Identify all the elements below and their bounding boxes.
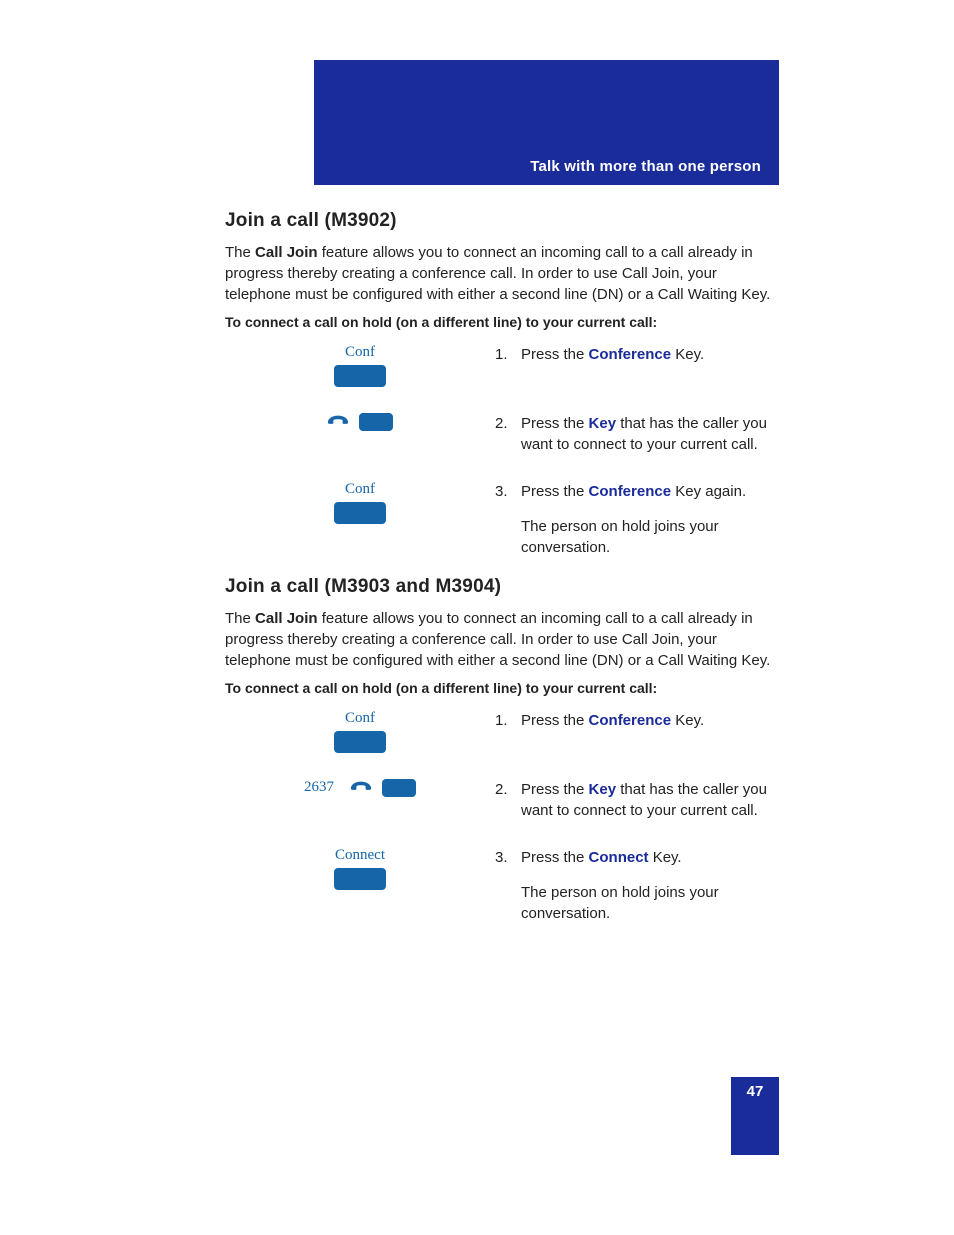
- linekey-row: 2637: [304, 779, 416, 797]
- section2-steps: Conf 1. Press the Conference Key. 2637: [235, 710, 779, 924]
- key-icon: [334, 365, 386, 387]
- step-body: Press the Conference Key.: [521, 344, 779, 387]
- step-body: Press the Conference Key.: [521, 710, 779, 753]
- step-figure-linekey: [235, 413, 485, 455]
- step-body: Press the Connect Key.: [521, 847, 779, 868]
- section1-steps: Conf 1. Press the Conference Key.: [235, 344, 779, 558]
- step-num: 3.: [495, 847, 521, 868]
- section2-subhead: To connect a call on hold (on a differen…: [225, 679, 779, 698]
- spacer: [495, 868, 521, 924]
- t1: Press the: [521, 781, 589, 798]
- follow-text: The person on hold joins your conversati…: [521, 516, 779, 558]
- intro-bold: Call Join: [255, 244, 318, 261]
- conf-label: Conf: [345, 481, 375, 498]
- step-figure-conf: Conf: [235, 710, 485, 753]
- step-figure-conf: Conf: [235, 344, 485, 387]
- kw: Conference: [589, 712, 672, 729]
- conf-label: Conf: [345, 344, 375, 361]
- step-text: 2. Press the Key that has the caller you…: [495, 413, 779, 455]
- t2: Key.: [671, 712, 704, 729]
- header-block: Talk with more than one person: [314, 60, 779, 185]
- key-icon: [359, 413, 393, 431]
- step-body: Press the Conference Key again.: [521, 481, 779, 502]
- key-icon: [334, 502, 386, 524]
- t1: Press the: [521, 483, 589, 500]
- step-num: 1.: [495, 344, 521, 387]
- t1: Press the: [521, 712, 589, 729]
- kw: Key: [589, 781, 617, 798]
- conf-label: Conf: [345, 710, 375, 727]
- key-icon: [334, 868, 386, 890]
- connect-label: Connect: [335, 847, 385, 864]
- intro-bold: Call Join: [255, 610, 318, 627]
- step-follow: The person on hold joins your conversati…: [495, 868, 779, 924]
- step-figure-conf: Conf: [235, 481, 485, 558]
- kw: Conference: [589, 346, 672, 363]
- follow-text: The person on hold joins your conversati…: [521, 882, 779, 924]
- t1: Press the: [521, 849, 589, 866]
- page-number: 47: [747, 1083, 764, 1100]
- step-num: 1.: [495, 710, 521, 753]
- step-text: 2. Press the Key that has the caller you…: [495, 779, 779, 821]
- kw: Conference: [589, 483, 672, 500]
- section1-heading: Join a call (M3902): [225, 210, 779, 232]
- step-text: 1. Press the Conference Key.: [495, 710, 779, 753]
- kw: Key: [589, 415, 617, 432]
- line-number-label: 2637: [304, 779, 334, 796]
- step-body: Press the Key that has the caller you wa…: [521, 779, 779, 821]
- phone-icon: [350, 779, 372, 797]
- header-title: Talk with more than one person: [530, 158, 761, 175]
- section2-intro: The Call Join feature allows you to conn…: [225, 608, 779, 671]
- step-follow: The person on hold joins your conversati…: [495, 502, 779, 558]
- step-figure-linekey: 2637: [235, 779, 485, 821]
- step-figure-connect: Connect: [235, 847, 485, 924]
- kw: Connect: [589, 849, 649, 866]
- linekey-row: [327, 413, 393, 431]
- section1-subhead: To connect a call on hold (on a differen…: [225, 313, 779, 332]
- section1-intro: The Call Join feature allows you to conn…: [225, 242, 779, 305]
- step-text: 3. Press the Connect Key.: [495, 847, 779, 868]
- t2: Key.: [671, 346, 704, 363]
- t1: Press the: [521, 346, 589, 363]
- t1: Press the: [521, 415, 589, 432]
- section2-heading: Join a call (M3903 and M3904): [225, 576, 779, 598]
- key-icon: [382, 779, 416, 797]
- intro-pre: The: [225, 610, 255, 627]
- page: Talk with more than one person Join a ca…: [0, 0, 954, 1235]
- key-icon: [334, 731, 386, 753]
- step-body: Press the Key that has the caller you wa…: [521, 413, 779, 455]
- step-num: 3.: [495, 481, 521, 502]
- step-num: 2.: [495, 779, 521, 821]
- step-text: 1. Press the Conference Key.: [495, 344, 779, 387]
- phone-icon: [327, 413, 349, 431]
- intro-pre: The: [225, 244, 255, 261]
- step-text-wrap: 3. Press the Conference Key again. The p…: [495, 481, 779, 558]
- t2: Key again.: [671, 483, 746, 500]
- step-text: 3. Press the Conference Key again.: [495, 481, 779, 502]
- content-area: Join a call (M3902) The Call Join featur…: [225, 210, 779, 924]
- page-number-block: 47: [731, 1077, 779, 1155]
- step-num: 2.: [495, 413, 521, 455]
- step-text-wrap: 3. Press the Connect Key. The person on …: [495, 847, 779, 924]
- spacer: [495, 502, 521, 558]
- t2: Key.: [649, 849, 682, 866]
